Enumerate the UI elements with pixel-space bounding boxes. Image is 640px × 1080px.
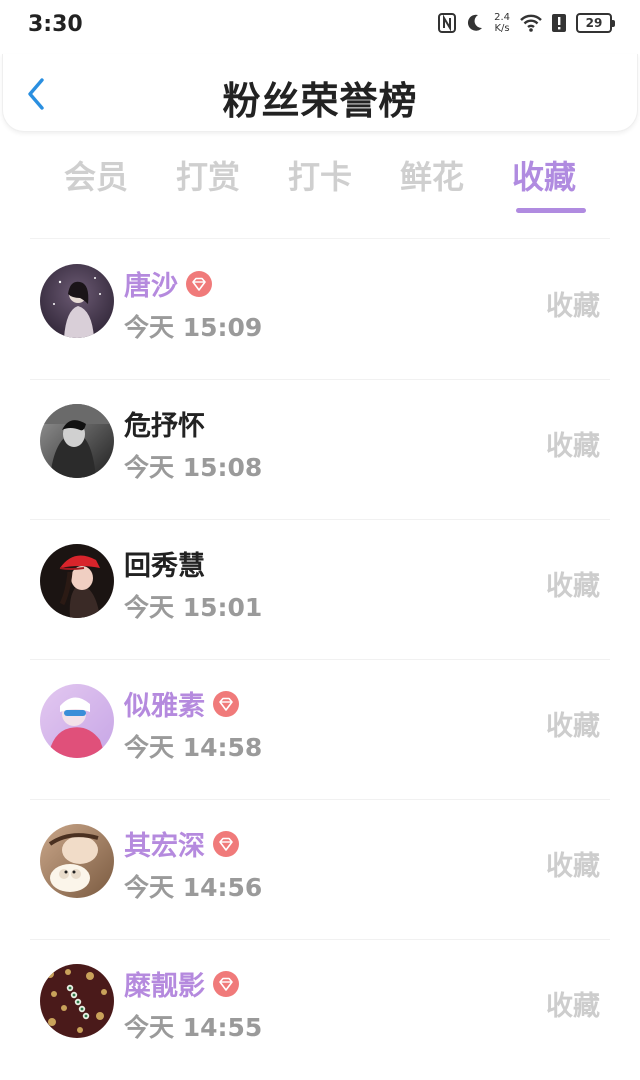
status-icons: 2.4 K/s 29 bbox=[438, 12, 615, 34]
wifi-icon bbox=[520, 14, 542, 32]
tab-reward[interactable]: 打赏 bbox=[152, 152, 264, 218]
avatar[interactable] bbox=[40, 544, 114, 618]
avatar-image bbox=[40, 684, 114, 758]
favorite-time: 今天 14:58 bbox=[124, 733, 263, 762]
tab-label: 打赏 bbox=[175, 158, 240, 196]
user-name-text: 回秀慧 bbox=[124, 551, 205, 582]
action-label: 收藏 bbox=[546, 431, 600, 462]
user-name: 似雅素 bbox=[124, 684, 239, 723]
favorite-time: 今天 14:55 bbox=[124, 1013, 263, 1042]
list-item[interactable]: 危抒怀 今天 15:08 收藏 bbox=[0, 380, 640, 520]
action-label: 收藏 bbox=[546, 571, 600, 602]
action-label: 收藏 bbox=[546, 711, 600, 742]
tab-member[interactable]: 会员 bbox=[40, 152, 152, 218]
list-item[interactable]: 回秀慧 今天 15:01 收藏 bbox=[0, 520, 640, 660]
diamond-badge-icon bbox=[186, 270, 212, 297]
tab-label: 收藏 bbox=[511, 158, 576, 196]
active-tab-indicator bbox=[516, 208, 586, 213]
favorite-time: 今天 14:56 bbox=[124, 873, 263, 902]
tab-label: 鲜花 bbox=[399, 158, 464, 196]
avatar[interactable] bbox=[40, 404, 114, 478]
list-item[interactable]: 似雅素 今天 14:58 收藏 bbox=[0, 660, 640, 800]
action-label: 收藏 bbox=[546, 291, 600, 322]
list-item[interactable]: 其宏深 今天 14:56 收藏 bbox=[0, 800, 640, 940]
status-time: 3:30 bbox=[28, 12, 83, 37]
user-name: 糜靓影 bbox=[124, 964, 239, 1003]
net-speed-value: 2.4 bbox=[494, 12, 510, 23]
avatar-image bbox=[40, 264, 114, 338]
favorite-time: 今天 15:01 bbox=[124, 593, 263, 622]
diamond-badge-icon bbox=[213, 970, 239, 997]
avatar-image bbox=[40, 964, 114, 1038]
favorite-time: 今天 15:09 bbox=[124, 313, 263, 342]
fan-list: 唐沙 今天 15:09 收藏 危抒怀 今天 15:08 收藏 回秀慧 今天 15… bbox=[0, 240, 640, 1080]
alert-icon bbox=[552, 14, 566, 32]
user-name-text: 危抒怀 bbox=[124, 411, 205, 442]
battery-icon: 29 bbox=[576, 13, 615, 33]
user-name-text: 糜靓影 bbox=[124, 971, 205, 1002]
net-speed-unit: K/s bbox=[494, 23, 510, 34]
user-name-text: 似雅素 bbox=[124, 691, 205, 722]
diamond-badge-icon bbox=[213, 690, 239, 717]
avatar[interactable] bbox=[40, 684, 114, 758]
tab-label: 会员 bbox=[63, 158, 128, 196]
user-name: 危抒怀 bbox=[124, 404, 205, 443]
user-name: 其宏深 bbox=[124, 824, 239, 863]
user-name: 唐沙 bbox=[124, 264, 212, 303]
battery-level: 29 bbox=[585, 16, 603, 30]
moon-icon bbox=[468, 14, 483, 31]
status-bar: 3:30 2.4 K/s 29 bbox=[0, 0, 640, 52]
list-item[interactable]: 糜靓影 今天 14:55 收藏 bbox=[0, 940, 640, 1080]
tab-flowers[interactable]: 鲜花 bbox=[376, 152, 488, 218]
avatar-image bbox=[40, 824, 114, 898]
user-name: 回秀慧 bbox=[124, 544, 205, 583]
list-item[interactable]: 唐沙 今天 15:09 收藏 bbox=[0, 240, 640, 380]
page-title: 粉丝荣誉榜 bbox=[222, 79, 418, 123]
avatar[interactable] bbox=[40, 264, 114, 338]
net-speed: 2.4 K/s bbox=[494, 12, 510, 34]
nfc-icon bbox=[438, 13, 457, 33]
avatar-image bbox=[40, 544, 114, 618]
action-label: 收藏 bbox=[546, 991, 600, 1022]
user-name-text: 其宏深 bbox=[124, 831, 205, 862]
avatar-image bbox=[40, 404, 114, 478]
tab-bar: 会员 打赏 打卡 鲜花 收藏 bbox=[40, 152, 600, 218]
tab-label: 打卡 bbox=[287, 158, 352, 196]
avatar[interactable] bbox=[40, 824, 114, 898]
diamond-badge-icon bbox=[213, 830, 239, 857]
action-label: 收藏 bbox=[546, 851, 600, 882]
user-name-text: 唐沙 bbox=[124, 271, 178, 302]
tab-checkin[interactable]: 打卡 bbox=[264, 152, 376, 218]
tab-favorites[interactable]: 收藏 bbox=[488, 152, 600, 218]
header: 粉丝荣誉榜 bbox=[2, 54, 638, 132]
favorite-time: 今天 15:08 bbox=[124, 453, 263, 482]
avatar[interactable] bbox=[40, 964, 114, 1038]
divider bbox=[30, 238, 610, 239]
